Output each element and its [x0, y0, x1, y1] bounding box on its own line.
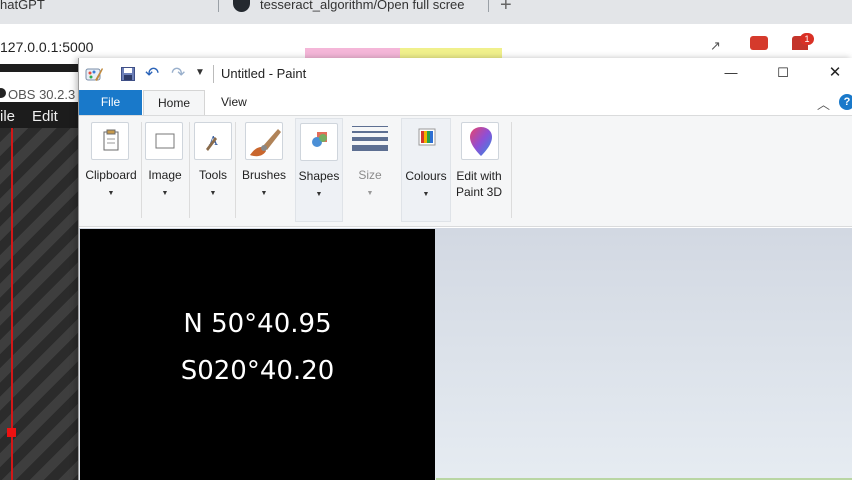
chevron-down-icon: ▼	[209, 190, 217, 197]
chevron-down-icon: ▼	[315, 191, 323, 198]
canvas-text-north: N 50°40.95	[183, 309, 332, 339]
brushes-group[interactable]: Brushes ▼	[239, 118, 289, 222]
address-bar-url[interactable]: 127.0.0.1:5000	[0, 39, 93, 55]
paint3d-label-line1: Edit with	[456, 169, 502, 183]
bookmark-pink[interactable]	[305, 48, 400, 58]
chevron-down-icon: ▼	[422, 191, 430, 198]
bookmark-yellow[interactable]	[400, 48, 502, 58]
obs-logo-icon	[0, 88, 6, 98]
chevron-down-icon: ▼	[107, 190, 115, 197]
size-group[interactable]: Size ▼	[345, 118, 395, 222]
tab-separator	[218, 0, 219, 12]
new-tab-button[interactable]: +	[500, 0, 512, 17]
brush-icon	[245, 122, 283, 160]
window-title: Untitled - Paint	[221, 66, 307, 81]
tools-label: Tools	[198, 168, 227, 182]
share-icon[interactable]: ↗	[710, 38, 721, 54]
image-select-icon	[145, 122, 183, 160]
maximize-button[interactable]: ☐	[773, 63, 793, 83]
obs-menu-edit[interactable]: Edit	[32, 108, 58, 125]
browser-tab-chatgpt[interactable]: hatGPT	[0, 0, 60, 24]
redo-icon[interactable]: ↷	[171, 64, 185, 84]
tools-group[interactable]: A Tools ▼	[193, 118, 233, 222]
clipboard-group[interactable]: Clipboard ▼	[83, 118, 139, 222]
help-icon[interactable]: ?	[839, 94, 852, 110]
minimize-button[interactable]: —	[721, 63, 741, 83]
ribbon-tabs: File Home View ︿ ?	[79, 88, 852, 115]
browser-tab-title: tesseract_algorithm/Open full scree	[260, 0, 465, 12]
size-label: Size	[358, 168, 382, 182]
obs-title: OBS 30.2.3	[8, 87, 76, 102]
browser-tab-tesseract[interactable]: tesseract_algorithm/Open full scree	[228, 0, 490, 24]
colours-group[interactable]: Colours ▼	[401, 118, 451, 222]
shapes-icon	[300, 123, 338, 161]
close-button[interactable]: ✕	[825, 63, 845, 83]
image-label: Image	[148, 168, 182, 182]
canvas-text-south: S020°40.20	[180, 356, 335, 386]
shapes-group[interactable]: Shapes ▼	[295, 118, 343, 222]
image-group[interactable]: Image ▼	[143, 118, 187, 222]
ribbon: Clipboard ▼ Image ▼ A Tools ▼	[79, 115, 852, 227]
size-lines-icon	[352, 126, 388, 151]
paint-app-icon[interactable]	[85, 66, 103, 82]
tab-separator	[488, 0, 489, 12]
colours-icon	[407, 123, 445, 161]
paint3d-icon	[461, 122, 499, 160]
obs-menu-file[interactable]: ile	[0, 108, 15, 125]
ribbon-divider	[511, 122, 512, 218]
chevron-down-icon: ▼	[260, 190, 268, 197]
edit-with-paint3d-button[interactable]: Edit with Paint 3D	[453, 118, 505, 222]
ribbon-divider	[235, 122, 236, 218]
brushes-label: Brushes	[241, 168, 287, 182]
obs-window: OBS 30.2.3 ile Edit	[0, 64, 80, 480]
drawing-canvas[interactable]: N 50°40.95 S020°40.20	[80, 229, 435, 480]
paint-titlebar: ↶ ↷ ▼ Untitled - Paint — ☐ ✕	[79, 58, 852, 88]
notification-badge: 1	[800, 33, 814, 45]
paint-window: ↶ ↷ ▼ Untitled - Paint — ☐ ✕ File Home V…	[78, 58, 852, 480]
chevron-down-icon: ▼	[366, 190, 374, 197]
undo-icon[interactable]: ↶	[145, 64, 159, 84]
colours-label: Colours	[405, 169, 447, 183]
save-icon[interactable]	[121, 67, 135, 81]
paint3d-label-line2: Paint 3D	[455, 185, 503, 199]
title-separator	[213, 65, 214, 83]
obs-titlebar: OBS 30.2.3	[0, 72, 80, 102]
extension-icon[interactable]	[750, 36, 768, 50]
chevron-down-icon: ▼	[161, 190, 169, 197]
obs-menubar: ile Edit	[0, 102, 80, 128]
collapse-ribbon-icon[interactable]: ︿	[817, 94, 830, 113]
ribbon-divider	[141, 122, 142, 218]
ribbon-divider	[189, 122, 190, 218]
browser-tabstrip: hatGPT tesseract_algorithm/Open full scr…	[0, 0, 852, 24]
tab-view[interactable]: View	[221, 90, 247, 115]
obs-resize-handle[interactable]	[7, 428, 16, 437]
customize-quick-access-icon[interactable]: ▼	[195, 67, 205, 78]
shapes-label: Shapes	[298, 169, 340, 183]
browser-tab-title: hatGPT	[0, 0, 45, 12]
tools-icon: A	[194, 122, 232, 160]
clipboard-icon	[91, 122, 129, 160]
clipboard-label: Clipboard	[85, 168, 137, 182]
canvas-area[interactable]: N 50°40.95 S020°40.20	[79, 228, 852, 480]
paint3d-label: Edit with Paint 3D	[453, 168, 505, 200]
tab-file[interactable]: File	[79, 90, 142, 115]
tab-home[interactable]: Home	[143, 90, 205, 115]
